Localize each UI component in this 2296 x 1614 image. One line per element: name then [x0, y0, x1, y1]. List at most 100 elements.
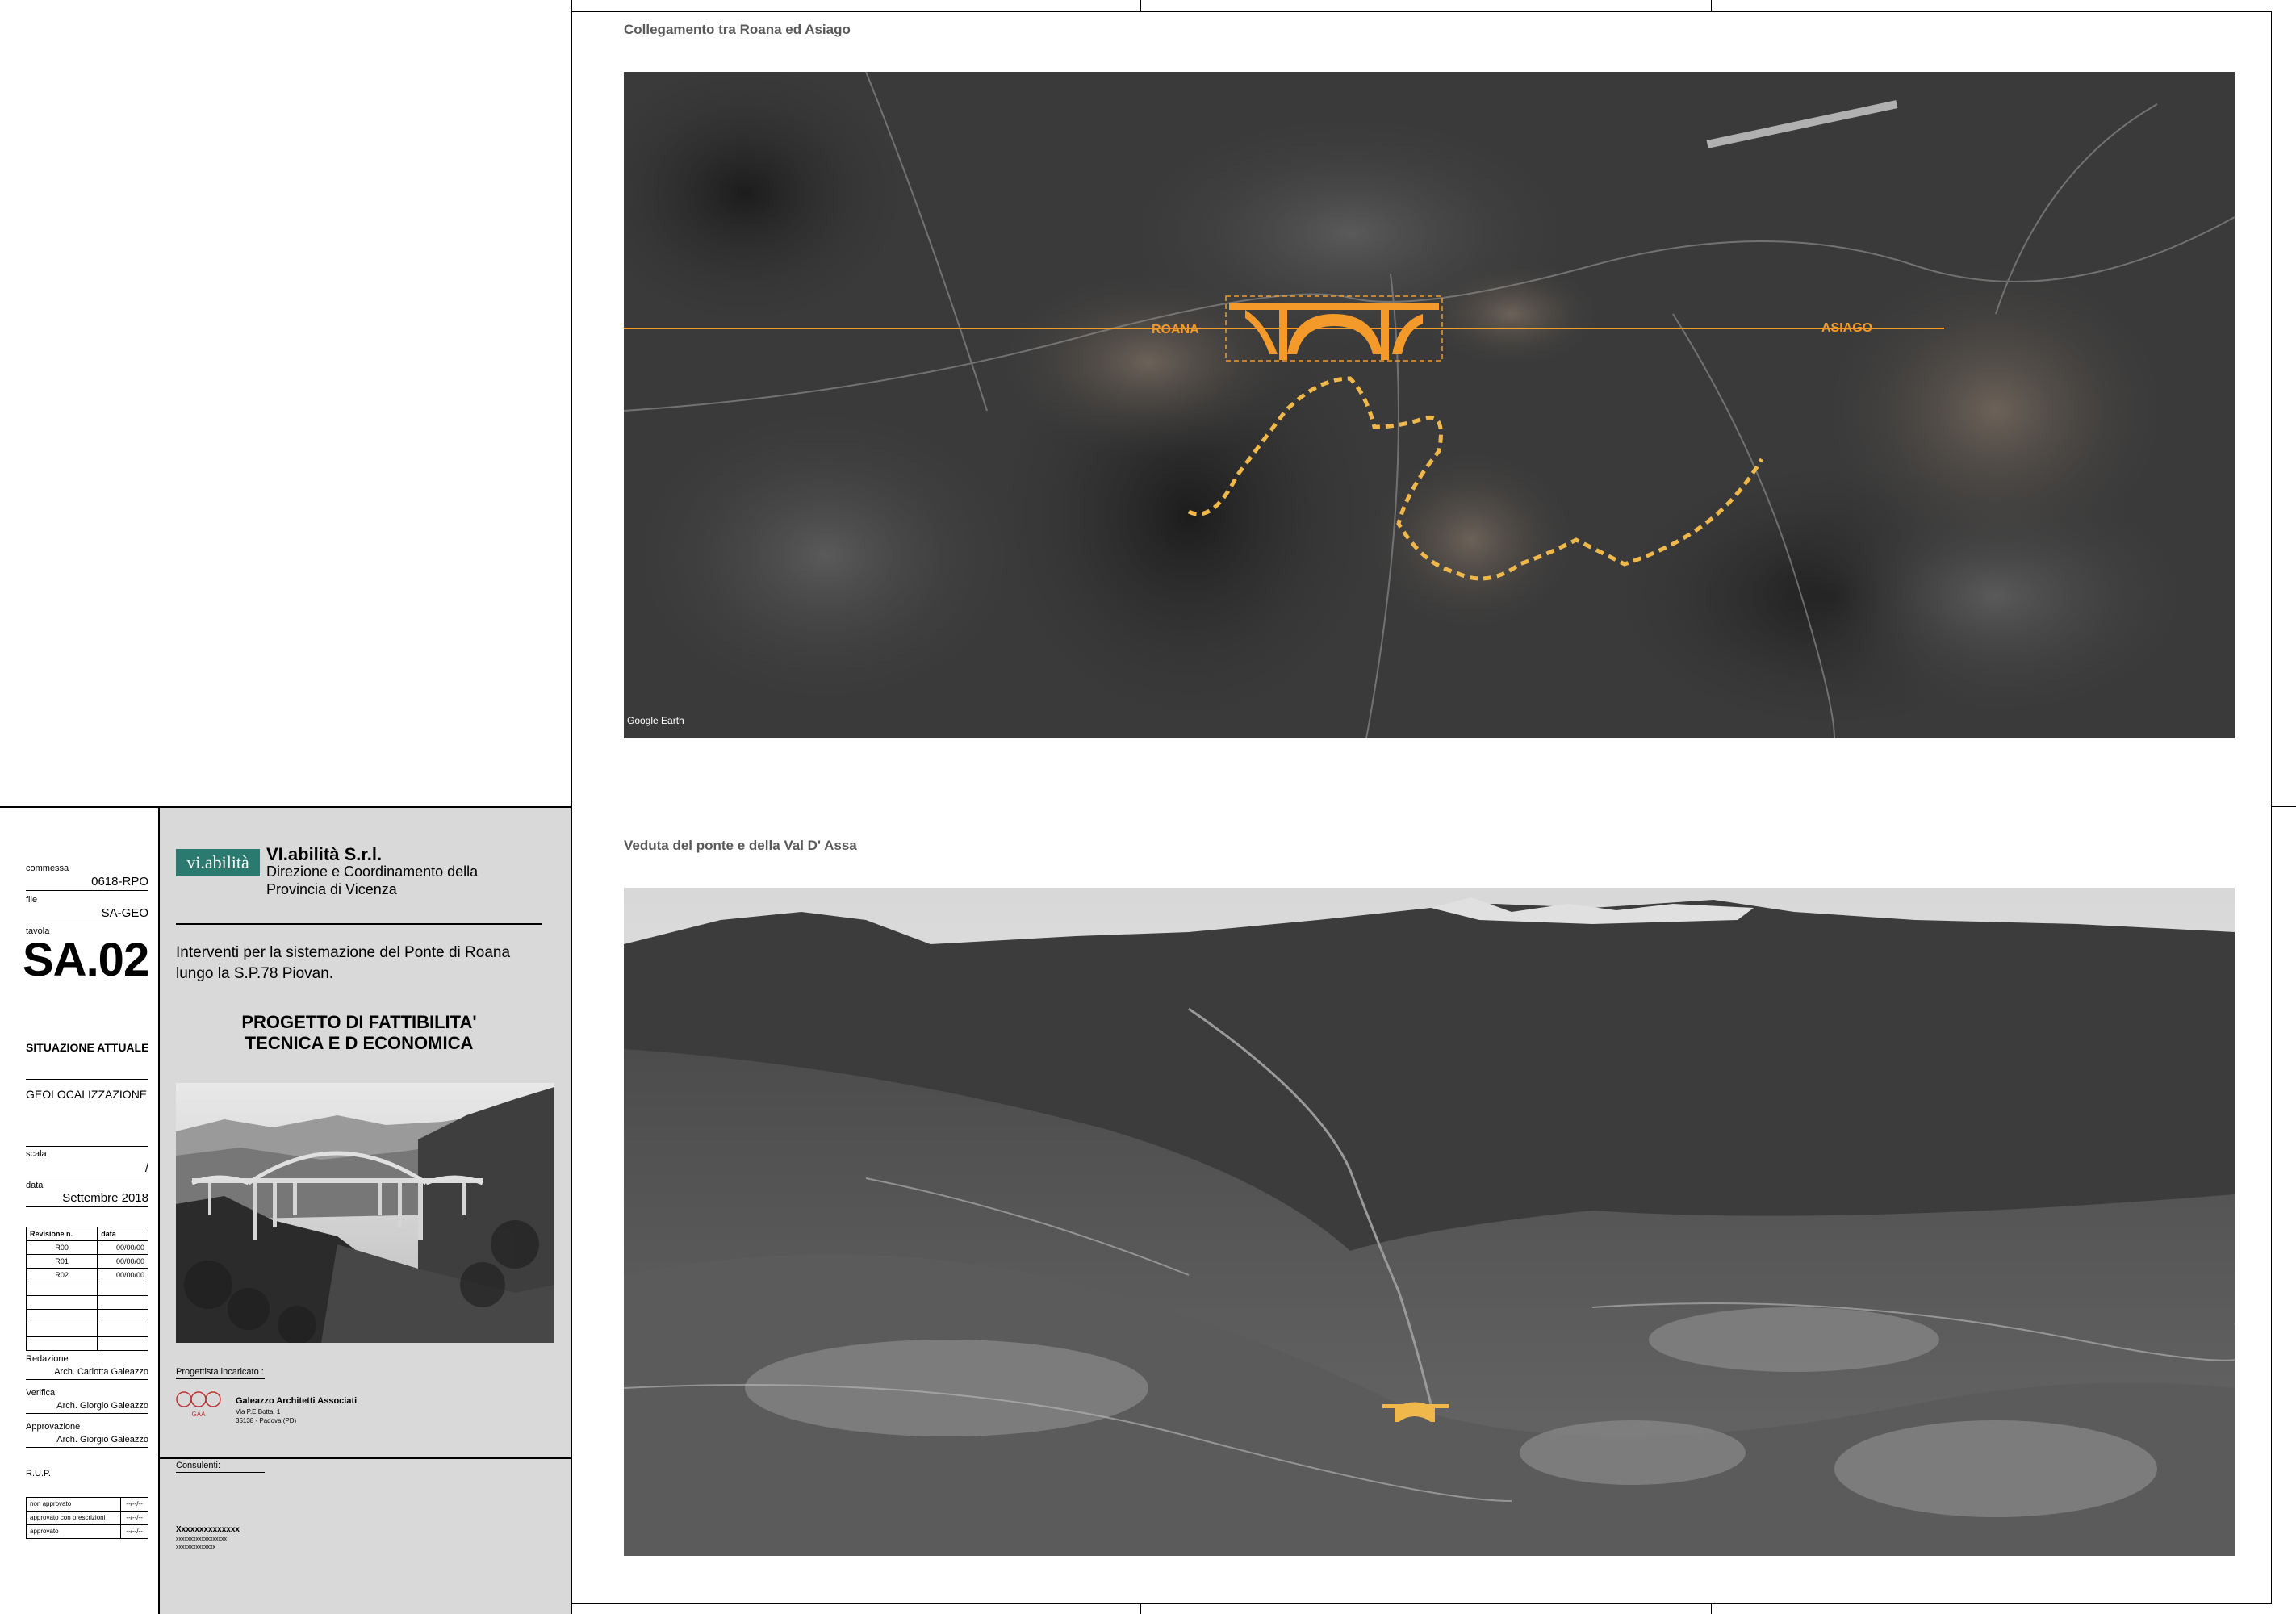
rup-label: R.U.P.	[26, 1469, 51, 1478]
redazione-label: Redazione	[26, 1354, 69, 1364]
data-underline	[26, 1206, 148, 1207]
revision-date	[97, 1323, 148, 1337]
firm-address-1: Via P.E.Botta, 1	[236, 1408, 281, 1415]
consulenti-line2: xxxxxxxxxxxxxx	[176, 1545, 215, 1550]
consulenti-label: Consulenti:	[176, 1461, 221, 1470]
data-label: data	[26, 1181, 44, 1190]
tick-top-1	[1140, 0, 1141, 11]
firm-name: Galeazzo Architetti Associati	[236, 1396, 358, 1406]
revision-row	[25, 1336, 148, 1351]
consulenti-line1: xxxxxxxxxxxxxxxxxx	[176, 1537, 227, 1542]
approvazione-value: Arch. Giorgio Galeazzo	[56, 1435, 148, 1445]
situazione-underline	[26, 1079, 148, 1080]
rup-status: non approvato	[25, 1497, 122, 1512]
redazione-underline	[26, 1379, 148, 1380]
rup-date: --/--/--	[120, 1511, 148, 1525]
client-line2: Direzione e Coordinamento della	[266, 863, 479, 880]
scala-label: scala	[26, 1149, 47, 1159]
client-logo: vi.abilità	[176, 849, 260, 876]
revision-number: R00	[25, 1240, 98, 1255]
progettista-underline	[176, 1378, 265, 1379]
rup-row: approvato con prescrizioni --/--/--	[25, 1511, 148, 1525]
title-block-divider	[158, 807, 160, 1614]
client-line3: Provincia di Vicenza	[266, 881, 397, 897]
rup-table: non approvato --/--/-- approvato con presc…	[25, 1497, 148, 1539]
verifica-underline	[26, 1413, 148, 1414]
revision-date	[97, 1336, 148, 1351]
revision-number	[25, 1295, 98, 1310]
project-phase-1: PROGETTO DI FATTIBILITA'	[241, 1012, 477, 1032]
revision-row	[25, 1282, 148, 1296]
geolocalizzazione: GEOLOCALIZZAZIONE	[26, 1088, 148, 1101]
rup-row: approvato --/--/--	[25, 1524, 148, 1539]
file-label: file	[26, 895, 38, 905]
rup-status: approvato	[25, 1524, 122, 1539]
frame-right-border	[2271, 11, 2272, 1603]
revision-number	[25, 1282, 98, 1296]
tick-bottom-1	[1140, 1603, 1141, 1614]
map-title: Collegamento tra Roana ed Asiago	[624, 22, 851, 37]
rup-status: approvato con prescrizioni	[25, 1511, 122, 1525]
approvazione-label: Approvazione	[26, 1422, 81, 1432]
client-logo-text: vi.abilità	[186, 852, 249, 872]
consulenti-underline	[176, 1472, 265, 1473]
revisions-header-date: data	[97, 1227, 148, 1241]
aerial-view[interactable]	[624, 888, 2235, 1556]
revision-date: 00/00/00	[97, 1268, 148, 1282]
firm-address-2: 35138 - Padova (PD)	[236, 1417, 297, 1424]
frame-bottom-border	[571, 1603, 2272, 1604]
aerial-map-drawing: ROANA ASIAGO Google Earth	[624, 72, 2235, 738]
situazione-attuale: SITUAZIONE ATTUALE	[26, 1041, 149, 1054]
revision-date	[97, 1295, 148, 1310]
revisions-header-row: Revisione n. data	[25, 1227, 148, 1241]
bridge-photo-drawing	[176, 1083, 554, 1343]
project-description-1: Interventi per la sistemazione del Ponte…	[176, 944, 511, 961]
firm-logo-text: GAA	[191, 1411, 206, 1418]
revisions-header-number: Revisione n.	[25, 1227, 98, 1241]
revision-number	[25, 1323, 98, 1337]
revision-date: 00/00/00	[97, 1254, 148, 1269]
project-description-2: lungo la S.P.78 Piovan.	[176, 965, 334, 982]
commessa-value: 0618-RPO	[91, 875, 148, 889]
data-value: Settembre 2018	[62, 1191, 148, 1205]
frame-top-border	[571, 11, 2272, 12]
revision-date	[97, 1309, 148, 1323]
approvazione-underline	[26, 1447, 148, 1448]
project-phase-2: TECNICA E D ECONOMICA	[245, 1033, 474, 1053]
map-label-roana: ROANA	[1152, 323, 1199, 337]
client-underline	[176, 923, 542, 925]
consulenti-name: Xxxxxxxxxxxxxx	[176, 1525, 240, 1534]
revision-row	[25, 1309, 148, 1323]
client-company: VI.abilità S.r.l.	[266, 844, 383, 864]
scala-value: /	[144, 1161, 148, 1175]
rup-row: non approvato --/--/--	[25, 1497, 148, 1512]
revision-number	[25, 1336, 98, 1351]
geoloc-underline	[26, 1146, 148, 1147]
revision-row: R00 00/00/00	[25, 1240, 148, 1255]
rup-date: --/--/--	[120, 1524, 148, 1539]
tick-right	[2272, 806, 2296, 807]
tick-bottom-2	[1711, 1603, 1712, 1614]
redazione-value: Arch. Carlotta Galeazzo	[54, 1367, 148, 1377]
map-credit: Google Earth	[627, 715, 684, 726]
revision-date	[97, 1282, 148, 1296]
title-block-info-column	[0, 808, 158, 1614]
verifica-label: Verifica	[26, 1388, 56, 1398]
revision-number	[25, 1309, 98, 1323]
file-value: SA-GEO	[101, 906, 148, 920]
revision-date: 00/00/00	[97, 1240, 148, 1255]
firm-logo: GAA	[176, 1390, 221, 1422]
aerial-map[interactable]: ROANA ASIAGO Google Earth	[624, 72, 2235, 738]
revision-number: R01	[25, 1254, 98, 1269]
tavola-value: SA.02	[23, 934, 149, 986]
revision-row	[25, 1323, 148, 1337]
revision-row: R02 00/00/00	[25, 1268, 148, 1282]
rup-date: --/--/--	[120, 1497, 148, 1512]
view-title: Veduta del ponte e della Val D' Assa	[624, 838, 857, 853]
commessa-label: commessa	[26, 863, 69, 873]
revisions-table: Revisione n. data R00 00/00/00 R01 00/00/00 R0…	[25, 1227, 148, 1351]
bridge-photo	[176, 1083, 554, 1343]
commessa-underline	[26, 890, 148, 891]
revision-row	[25, 1295, 148, 1310]
progettista-label: Progettista incaricato :	[176, 1367, 264, 1377]
